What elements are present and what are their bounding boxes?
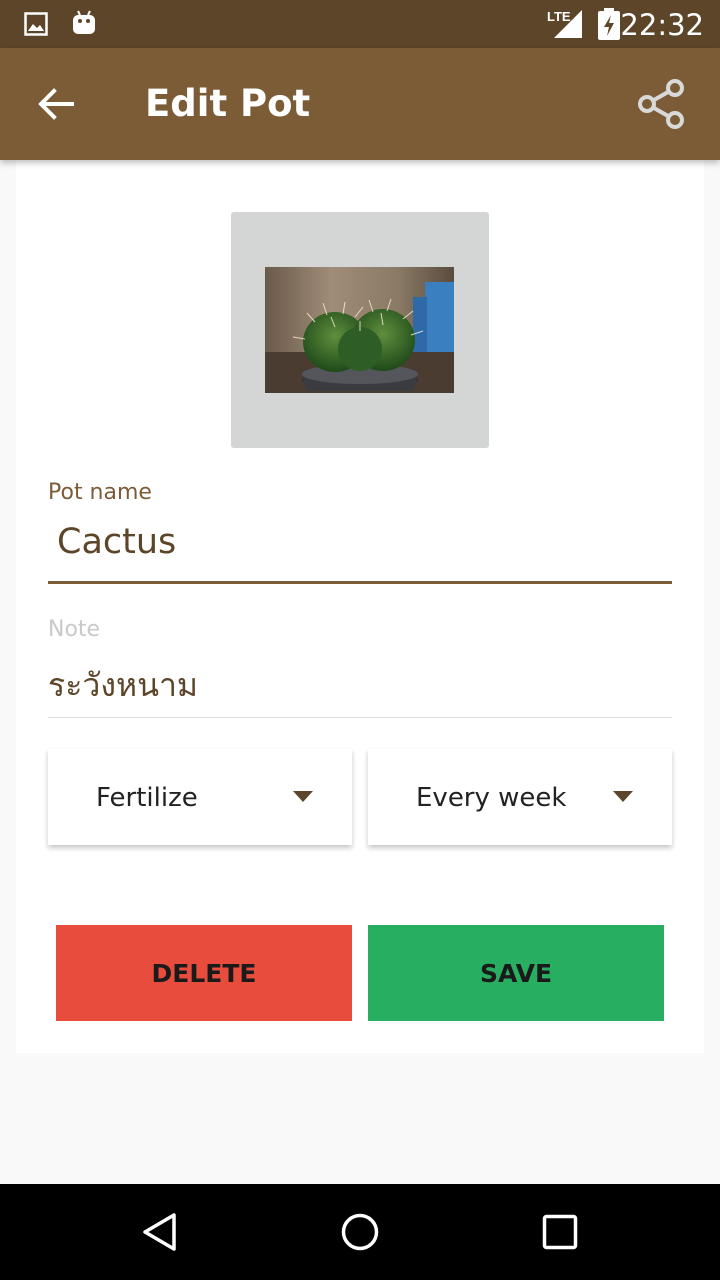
share-icon[interactable]: [634, 78, 688, 130]
back-nav-icon[interactable]: [140, 1212, 180, 1252]
save-button[interactable]: SAVE: [368, 925, 664, 1021]
clock: 22:32: [620, 8, 704, 42]
pot-name-underline: [48, 581, 672, 584]
android-icon: [73, 10, 95, 34]
battery-charging-icon: [598, 8, 620, 40]
note-label: Note: [48, 617, 101, 642]
cactus-photo: [265, 267, 454, 393]
frequency-dropdown-value: Every week: [416, 783, 567, 813]
page-title: Edit Pot: [145, 82, 311, 125]
app-bar: Edit Pot: [0, 48, 720, 160]
status-bar: LTE 22:32: [0, 0, 720, 48]
network-type-label: LTE: [547, 9, 571, 24]
frequency-dropdown[interactable]: Every week: [368, 749, 672, 845]
home-nav-icon[interactable]: [340, 1212, 380, 1252]
action-dropdown-value: Fertilize: [96, 783, 198, 813]
delete-button[interactable]: DELETE: [56, 925, 352, 1021]
action-dropdown[interactable]: Fertilize: [48, 749, 352, 845]
chevron-down-icon: [613, 791, 633, 802]
note-underline: [48, 717, 672, 718]
pot-name-input[interactable]: Cactus: [48, 514, 672, 578]
recents-nav-icon[interactable]: [542, 1214, 578, 1250]
pot-name-label: Pot name: [48, 480, 152, 505]
image-icon: [24, 12, 48, 36]
navigation-bar: [0, 1184, 720, 1280]
pot-name-value: Cactus: [57, 522, 177, 562]
note-value: ระวังหนาม: [48, 666, 198, 704]
pot-photo-button[interactable]: [231, 212, 489, 448]
note-input[interactable]: ระวังหนาม: [48, 652, 672, 714]
chevron-down-icon: [293, 791, 313, 802]
arrow-back-icon[interactable]: [36, 86, 76, 122]
